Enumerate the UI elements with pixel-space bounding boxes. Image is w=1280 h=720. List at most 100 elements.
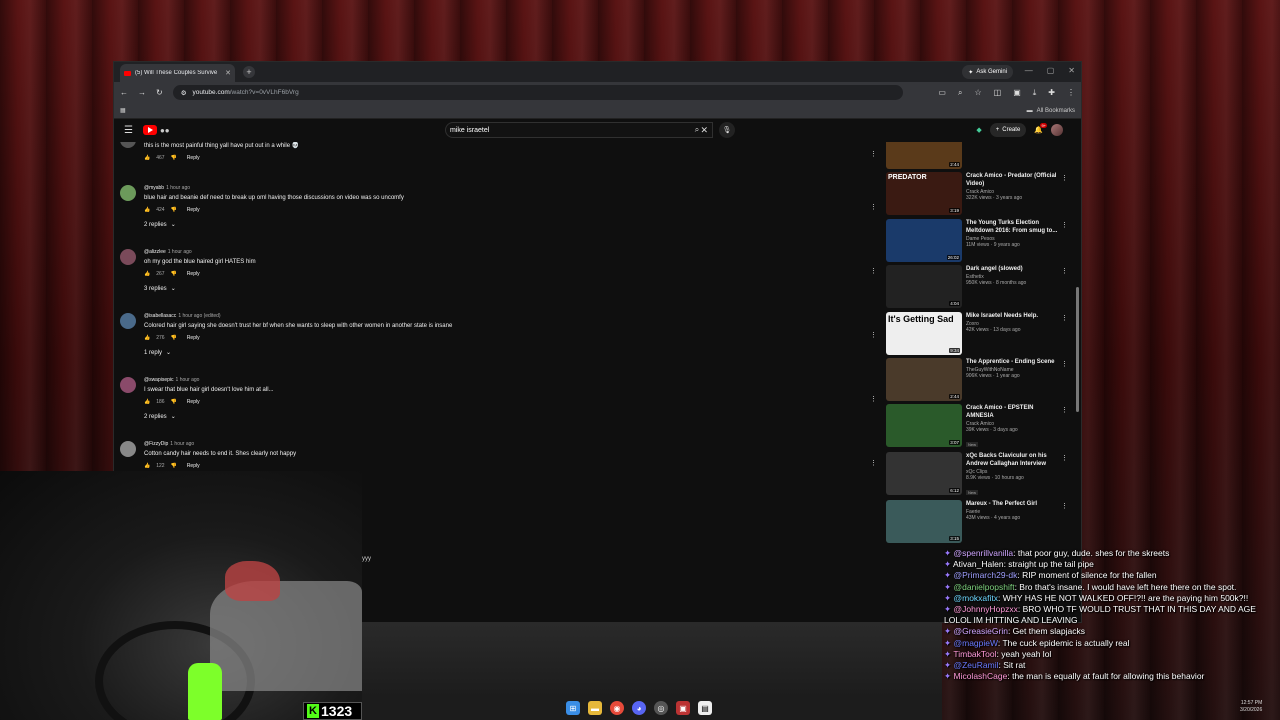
like-icon[interactable]: 👍 <box>144 335 150 341</box>
comment-menu-icon[interactable]: ⋮ <box>870 459 877 467</box>
comment-time[interactable]: 1 hour ago <box>170 441 194 447</box>
video-menu-icon[interactable]: ⋮ <box>1061 314 1068 322</box>
like-icon[interactable]: 👍 <box>144 399 150 405</box>
puzzle-icon[interactable]: ✚ <box>1048 88 1055 98</box>
video-title[interactable]: Mareux - The Perfect Girl <box>966 500 1062 508</box>
comment-menu-icon[interactable]: ⋮ <box>870 331 877 339</box>
video-thumbnail[interactable]: 3:07 <box>886 404 962 447</box>
comment-time[interactable]: 1 hour ago <box>166 185 190 191</box>
video-title[interactable]: Crack Amico - EPSTEIN AMNESIA <box>966 404 1062 420</box>
comment-time[interactable]: 1 hour ago (edited) <box>178 313 220 319</box>
like-icon[interactable]: 👍 <box>144 271 150 277</box>
commenter-avatar[interactable] <box>120 249 136 265</box>
comment-menu-icon[interactable]: ⋮ <box>870 203 877 211</box>
account-avatar[interactable] <box>1051 124 1063 136</box>
commenter-avatar[interactable] <box>120 313 136 329</box>
commenter-avatar[interactable] <box>120 185 136 201</box>
chat-username[interactable]: @spenrillvanilla <box>953 548 1013 558</box>
chat-username[interactable]: @Primarch29-dk <box>953 570 1017 580</box>
reply-button[interactable]: Reply <box>187 463 200 468</box>
commenter-avatar[interactable] <box>120 441 136 457</box>
video-menu-icon[interactable]: ⋮ <box>1061 174 1068 182</box>
view-replies-button[interactable]: 3 replies ⌄ <box>144 285 880 293</box>
doodle-icon[interactable]: ●● <box>160 126 170 135</box>
video-title[interactable]: Mike Israetel Needs Help. <box>966 312 1062 320</box>
reload-icon[interactable]: ↻ <box>156 88 163 97</box>
reply-button[interactable]: Reply <box>187 155 200 161</box>
like-icon[interactable]: 👍 <box>144 463 150 468</box>
video-thumbnail[interactable]: It's Getting Sad 9:34 <box>886 312 962 355</box>
dislike-icon[interactable]: 👎 <box>171 207 177 213</box>
comment-menu-icon[interactable]: ⋮ <box>870 267 877 275</box>
extension-badge-icon[interactable]: ◆ <box>976 126 981 134</box>
search-button[interactable]: ⌕ <box>685 122 709 138</box>
extension-icon[interactable]: ◫ <box>994 88 1002 98</box>
zoom-icon[interactable]: ⌕ <box>958 88 962 98</box>
file-explorer-icon[interactable]: ▬ <box>588 701 602 715</box>
reply-button[interactable]: Reply <box>187 271 200 277</box>
view-replies-button[interactable]: 2 replies ⌄ <box>144 413 880 421</box>
voice-search-button[interactable]: 🎙 <box>719 122 735 138</box>
dislike-icon[interactable]: 👎 <box>171 463 177 468</box>
video-thumbnail[interactable]: 6:12 <box>886 452 962 495</box>
recommended-video[interactable]: 3:15 Mareux - The Perfect Girl Faerie 43M v… <box>886 500 1076 544</box>
video-thumbnail[interactable]: 26:02 <box>886 219 962 262</box>
chat-username[interactable]: @danielpopshift <box>953 582 1014 592</box>
all-bookmarks-button[interactable]: ▬ All Bookmarks <box>1027 108 1075 114</box>
video-title[interactable]: The Apprentice - Ending Scene <box>966 358 1062 366</box>
browser-tab[interactable]: (5) Will These Couples Survive ✕ <box>120 64 235 82</box>
video-menu-icon[interactable]: ⋮ <box>1061 221 1068 229</box>
video-menu-icon[interactable]: ⋮ <box>1061 502 1068 510</box>
dislike-icon[interactable]: 👎 <box>171 335 177 341</box>
download-icon[interactable]: ⤓ <box>1033 88 1037 98</box>
chat-username[interactable]: @JohnnyHopzxx <box>953 604 1017 614</box>
dislike-icon[interactable]: 👎 <box>171 399 177 405</box>
video-thumbnail[interactable]: 4:04 <box>886 265 962 308</box>
recommended-video[interactable]: 4:04 Dark angel (slowed) Esthetix 950K view… <box>886 265 1076 309</box>
reply-button[interactable]: Reply <box>187 207 200 213</box>
bookmark-star-icon[interactable]: ☆ <box>974 88 981 98</box>
comment-time[interactable]: 1 hour ago <box>168 249 192 255</box>
chrome-icon[interactable]: ◉ <box>610 701 624 715</box>
page-scrollbar[interactable] <box>1075 127 1080 597</box>
recommended-video[interactable]: 26:02 The Young Turks Election Meltdown 2… <box>886 219 1076 263</box>
recommended-video[interactable]: 3:07 Crack Amico - EPSTEIN AMNESIA Crack A… <box>886 404 1076 448</box>
chat-username[interactable]: @magpieW <box>953 638 997 648</box>
video-menu-icon[interactable]: ⋮ <box>1061 454 1068 462</box>
new-tab-button[interactable]: + <box>243 66 255 78</box>
chat-username[interactable]: TimbakTool <box>953 649 996 659</box>
dislike-icon[interactable]: 👎 <box>171 271 177 277</box>
address-bar[interactable]: ⚙ youtube.com/watch?v=0vVLhF6bVrg <box>172 85 903 100</box>
close-tab-icon[interactable]: ✕ <box>225 69 231 77</box>
comment-author[interactable]: @isabellasacc <box>144 313 176 319</box>
close-window-icon[interactable]: ✕ <box>1068 66 1075 75</box>
create-button[interactable]: + Create <box>989 123 1027 137</box>
commenter-avatar[interactable] <box>120 142 136 148</box>
sidepanel-icon[interactable]: ▣ <box>1013 88 1021 98</box>
hamburger-menu-icon[interactable]: ☰ <box>124 125 133 136</box>
video-thumbnail[interactable]: 2:44 <box>886 358 962 401</box>
terminal-icon[interactable]: ▤ <box>698 701 712 715</box>
scrollbar-thumb[interactable] <box>1076 287 1079 412</box>
comment-menu-icon[interactable]: ⋮ <box>870 150 877 158</box>
video-title[interactable]: Crack Amico - Predator (Official Video) <box>966 172 1062 188</box>
recommended-video[interactable]: 6:12 xQc Backs Claviculur on his Andrew C… <box>886 452 1076 496</box>
obs-icon[interactable]: ◎ <box>654 701 668 715</box>
search-input[interactable]: mike israetel ✕ <box>445 122 713 138</box>
dislike-icon[interactable]: 👎 <box>171 155 177 161</box>
comment-menu-icon[interactable]: ⋮ <box>870 395 877 403</box>
video-menu-icon[interactable]: ⋮ <box>1061 360 1068 368</box>
back-icon[interactable]: ← <box>120 88 128 97</box>
video-thumbnail[interactable]: 3:15 <box>886 500 962 543</box>
comment-author[interactable]: @FizzyDip <box>144 441 168 447</box>
video-title[interactable]: xQc Backs Claviculur on his Andrew Calla… <box>966 452 1062 468</box>
reply-button[interactable]: Reply <box>187 335 200 341</box>
chat-username[interactable]: MicolashCage <box>953 671 1007 681</box>
comment-author[interactable]: @swapisepic <box>144 377 174 383</box>
cast-icon[interactable]: ▭ <box>938 88 946 98</box>
recommended-video[interactable]: PREDATOR 3:19 Crack Amico - Predator (Offi… <box>886 172 1076 216</box>
recommended-video[interactable]: 2:44 The Apprentice - Ending Scene TheGuyW… <box>886 358 1076 402</box>
video-title[interactable]: Dark angel (slowed) <box>966 265 1062 273</box>
site-info-icon[interactable]: ⚙ <box>181 89 187 97</box>
like-icon[interactable]: 👍 <box>144 155 150 161</box>
